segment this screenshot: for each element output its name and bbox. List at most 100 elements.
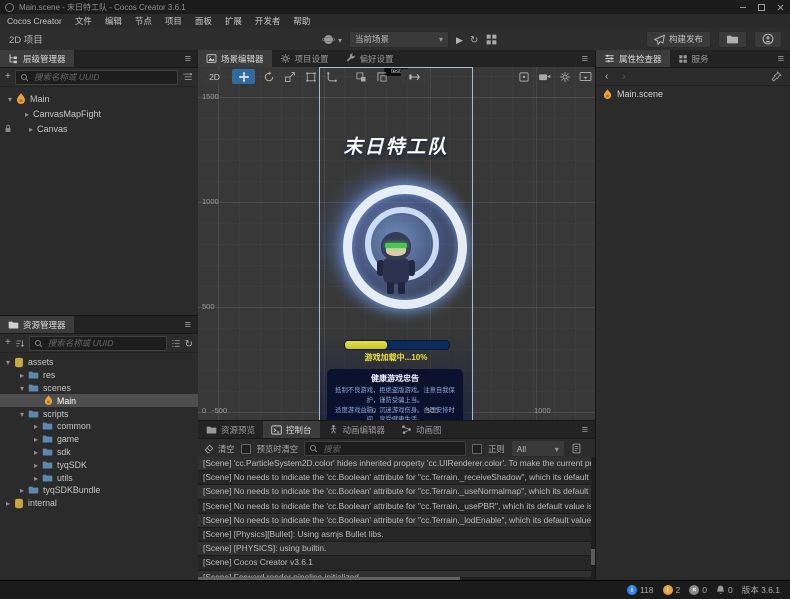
close-button[interactable] <box>771 0 790 14</box>
sort-icon[interactable] <box>15 338 25 349</box>
tab-asset-preview[interactable]: 资源预览 <box>198 421 263 438</box>
hierarchy-node-canvas[interactable]: Canvas <box>0 121 198 136</box>
refresh-assets-button[interactable] <box>185 334 193 352</box>
inspected-scene-row[interactable]: Main.scene <box>596 86 790 102</box>
asset-internal[interactable]: internal <box>0 497 198 510</box>
menu-extension[interactable]: 扩展 <box>225 15 242 27</box>
console-search-input[interactable] <box>321 443 461 455</box>
console-menu-button[interactable] <box>575 424 595 436</box>
tab-animation-graph[interactable]: 动画图 <box>393 421 450 438</box>
warning-count[interactable]: 2 <box>663 585 681 595</box>
log-row[interactable]: [Scene] 'cc.ParticleSystem2D.color' hide… <box>198 457 591 471</box>
log-level-select[interactable]: All <box>511 440 565 457</box>
hierarchy-node-main[interactable]: Main <box>0 91 198 106</box>
scene-select[interactable]: 当前场景 <box>349 31 449 48</box>
log-row[interactable]: [Scene] No needs to indicate the 'cc.Boo… <box>198 485 591 499</box>
menu-cocos-creator[interactable]: Cocos Creator <box>7 16 62 26</box>
lock-icon[interactable] <box>4 124 12 133</box>
tab-services[interactable]: 服务 <box>670 50 717 67</box>
rotate-tool-button[interactable] <box>261 69 276 84</box>
log-row[interactable]: [Scene] [PHYSICS]: using builtin. <box>198 542 591 556</box>
move-tool-button[interactable] <box>232 69 255 84</box>
asset-game[interactable]: game <box>0 433 198 446</box>
tab-scene-editor[interactable]: 场景编辑器 <box>198 50 272 67</box>
menu-panel[interactable]: 面板 <box>195 15 212 27</box>
menu-project[interactable]: 项目 <box>165 15 182 27</box>
snap-size-button[interactable] <box>374 69 389 84</box>
error-count[interactable]: 0 <box>689 585 707 595</box>
menu-file[interactable]: 文件 <box>75 15 92 27</box>
log-row[interactable]: [Scene] No needs to indicate the 'cc.Boo… <box>198 514 591 528</box>
tab-preferences[interactable]: 偏好设置 <box>337 50 402 67</box>
expand-caret-icon[interactable] <box>8 94 12 104</box>
asset-tyqsdk[interactable]: tyqSDK <box>0 458 198 471</box>
mode-2d-button[interactable]: 2D <box>203 69 226 84</box>
create-asset-button[interactable]: + <box>5 338 11 348</box>
assets-search-input[interactable] <box>46 337 162 349</box>
fullscreen-icon[interactable] <box>579 71 592 82</box>
inspector-back-button[interactable]: ‹ <box>605 71 608 82</box>
scene-camera-icon[interactable] <box>538 71 551 82</box>
console-search[interactable] <box>304 441 466 456</box>
clear-console-button[interactable]: 清空 <box>204 443 235 455</box>
rect-tool-button[interactable] <box>303 69 318 84</box>
filter-icon[interactable] <box>182 72 193 83</box>
log-file-icon[interactable] <box>571 443 582 454</box>
hierarchy-search-input[interactable] <box>32 71 173 83</box>
hierarchy-search[interactable] <box>15 70 178 85</box>
regex-checkbox[interactable] <box>472 444 482 454</box>
build-publish-button[interactable]: 构建发布 <box>646 31 711 48</box>
asset-res[interactable]: res <box>0 369 198 382</box>
inspector-menu-button[interactable] <box>771 53 790 65</box>
scene-viewport[interactable]: 1500 1000 500 0 -500 0 500 1000 test 末日特… <box>198 67 595 420</box>
hierarchy-node-canvasmapfight[interactable]: CanvasMapFight <box>0 106 198 121</box>
create-node-button[interactable]: + <box>5 72 11 82</box>
maximize-button[interactable] <box>752 0 771 14</box>
log-row[interactable]: [Scene] Cocos Creator v3.6.1 <box>198 556 591 570</box>
asset-scripts[interactable]: scripts <box>0 407 198 420</box>
list-view-icon[interactable] <box>171 338 181 349</box>
asset-common[interactable]: common <box>0 420 198 433</box>
assets-search[interactable] <box>29 336 167 351</box>
tab-inspector[interactable]: 属性检查器 <box>596 50 670 67</box>
reload-button[interactable] <box>470 30 478 48</box>
asset-sdk[interactable]: sdk <box>0 446 198 459</box>
collapse-caret-icon[interactable] <box>29 124 33 134</box>
game-preview-canvas[interactable]: test 末日特工队 游戏加载中...10% 健康游戏忠告 抵制不良游戏，拒绝盗… <box>319 67 473 420</box>
frame-selection-icon[interactable] <box>518 71 530 83</box>
tab-assets[interactable]: 资源管理器 <box>0 316 74 333</box>
inspector-forward-button[interactable]: › <box>622 71 625 82</box>
log-row[interactable]: [Scene] No needs to indicate the 'cc.Boo… <box>198 471 591 485</box>
menu-help[interactable]: 帮助 <box>293 15 310 27</box>
hierarchy-menu-button[interactable] <box>178 53 198 65</box>
info-count[interactable]: 118 <box>627 585 654 595</box>
gizmo-tool-button[interactable] <box>324 69 339 84</box>
scene-menu-button[interactable] <box>575 53 595 65</box>
scene-gear-icon[interactable] <box>559 71 571 83</box>
collapse-caret-icon[interactable] <box>25 109 29 119</box>
play-button[interactable] <box>456 30 463 48</box>
asset-assets[interactable]: assets <box>0 356 198 369</box>
menu-edit[interactable]: 编辑 <box>105 15 122 27</box>
asset-main-scene[interactable]: Main <box>0 394 198 407</box>
tab-hierarchy[interactable]: 层级管理器 <box>0 50 74 67</box>
log-row[interactable]: [Scene] No needs to indicate the 'cc.Boo… <box>198 500 591 514</box>
user-account-button[interactable] <box>754 31 782 48</box>
tab-console[interactable]: 控制台 <box>263 421 320 438</box>
scale-tool-button[interactable] <box>282 69 297 84</box>
tab-project-settings[interactable]: 项目设置 <box>272 50 337 67</box>
asset-utils[interactable]: utils <box>0 471 198 484</box>
snap-position-button[interactable] <box>353 69 368 84</box>
asset-tyqsdkbundle[interactable]: tyqSDKBundle <box>0 484 198 497</box>
log-row[interactable]: [Scene] [Physics][Bullet]: Using asmjs B… <box>198 528 591 542</box>
tab-animation-editor[interactable]: 动画编辑器 <box>320 421 394 438</box>
preview-device-select[interactable] <box>322 30 342 48</box>
console-log-list[interactable]: [Scene] 'cc.ParticleSystem2D.color' hide… <box>198 457 591 577</box>
menu-node[interactable]: 节点 <box>135 15 152 27</box>
notification-count[interactable]: 0 <box>716 585 733 595</box>
layout-grid-button[interactable] <box>485 33 498 46</box>
clear-on-preview-checkbox[interactable] <box>241 444 251 454</box>
open-project-folder-button[interactable] <box>718 31 747 48</box>
asset-scenes[interactable]: scenes <box>0 382 198 395</box>
pin-icon[interactable] <box>771 71 782 82</box>
